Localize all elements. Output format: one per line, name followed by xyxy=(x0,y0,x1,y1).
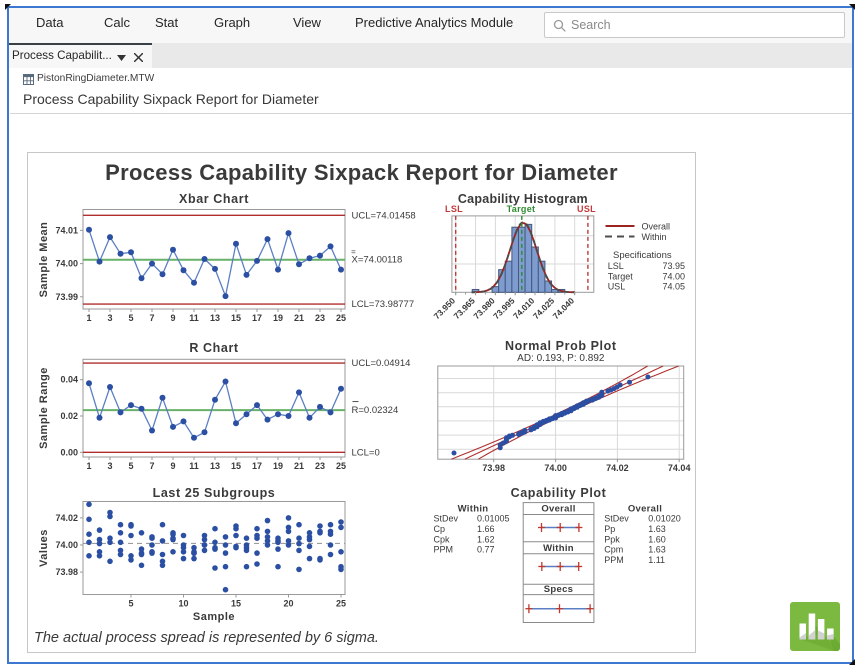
svg-text:Cp: Cp xyxy=(434,524,446,534)
svg-text:74.040: 74.040 xyxy=(551,295,577,321)
svg-text:25: 25 xyxy=(336,313,346,323)
svg-text:1: 1 xyxy=(86,313,91,323)
svg-text:UCL=0.04914: UCL=0.04914 xyxy=(352,358,411,369)
svg-text:The actual process spread is r: The actual process spread is represented… xyxy=(34,630,379,646)
svg-text:LCL=0: LCL=0 xyxy=(352,447,380,458)
svg-text:15: 15 xyxy=(231,313,241,323)
svg-text:25: 25 xyxy=(336,599,346,609)
svg-text:StDev: StDev xyxy=(434,514,459,524)
svg-text:Xbar Chart: Xbar Chart xyxy=(179,192,249,206)
svg-text:1.63: 1.63 xyxy=(648,524,666,534)
svg-text:Overall: Overall xyxy=(642,222,671,232)
svg-text:17: 17 xyxy=(252,313,262,323)
svg-text:5: 5 xyxy=(128,461,133,471)
svg-text:1: 1 xyxy=(86,461,91,471)
svg-text:15: 15 xyxy=(231,461,241,471)
svg-text:Last 25 Subgroups: Last 25 Subgroups xyxy=(153,486,276,500)
svg-text:5: 5 xyxy=(128,313,133,323)
svg-text:PPM: PPM xyxy=(434,545,454,555)
svg-text:1.11: 1.11 xyxy=(648,555,665,565)
svg-text:9: 9 xyxy=(170,461,175,471)
svg-text:UCL=74.01458: UCL=74.01458 xyxy=(352,210,416,221)
svg-text:Normal Prob Plot: Normal Prob Plot xyxy=(505,339,617,353)
svg-text:USL: USL xyxy=(577,204,596,214)
svg-text:5: 5 xyxy=(128,599,133,609)
svg-text:1.66: 1.66 xyxy=(477,524,495,534)
svg-text:21: 21 xyxy=(294,461,304,471)
svg-text:13: 13 xyxy=(210,313,220,323)
svg-text:Within: Within xyxy=(642,232,667,242)
svg-text:0.01020: 0.01020 xyxy=(648,514,681,524)
svg-text:7: 7 xyxy=(149,461,154,471)
svg-text:Capability Plot: Capability Plot xyxy=(511,486,607,500)
svg-text:1.60: 1.60 xyxy=(648,534,666,544)
svg-text:USL: USL xyxy=(608,282,626,292)
svg-text:9: 9 xyxy=(170,313,175,323)
svg-text:StDev: StDev xyxy=(604,514,629,524)
svg-text:LCL=73.98777: LCL=73.98777 xyxy=(352,299,415,310)
svg-text:7: 7 xyxy=(149,313,154,323)
svg-text:20: 20 xyxy=(283,599,293,609)
svg-text:Cpm: Cpm xyxy=(604,545,623,555)
svg-text:73.95: 73.95 xyxy=(662,261,685,271)
svg-text:19: 19 xyxy=(273,461,283,471)
svg-text:Cpk: Cpk xyxy=(434,534,451,544)
svg-text:0.01005: 0.01005 xyxy=(477,514,510,524)
svg-text:74.01: 74.01 xyxy=(55,225,78,235)
svg-text:19: 19 xyxy=(273,313,283,323)
svg-text:74.05: 74.05 xyxy=(662,282,685,292)
svg-text:1.62: 1.62 xyxy=(477,534,495,544)
svg-text:AD: 0.193, P: 0.892: AD: 0.193, P: 0.892 xyxy=(517,353,605,364)
svg-text:74.00: 74.00 xyxy=(55,540,78,550)
svg-text:1.63: 1.63 xyxy=(648,545,666,555)
svg-text:0.00: 0.00 xyxy=(60,447,78,457)
svg-text:17: 17 xyxy=(252,461,262,471)
svg-text:74.02: 74.02 xyxy=(55,513,78,523)
svg-text:PPM: PPM xyxy=(604,555,624,565)
svg-text:73.99: 73.99 xyxy=(55,292,78,302)
svg-text:3: 3 xyxy=(107,461,112,471)
svg-text:0.04: 0.04 xyxy=(60,375,78,385)
svg-text:73.98: 73.98 xyxy=(55,567,78,577)
svg-text:LSL: LSL xyxy=(445,204,463,214)
svg-text:Target: Target xyxy=(507,204,536,214)
svg-text:=: = xyxy=(351,248,356,257)
svg-text:Sample Range: Sample Range xyxy=(38,367,50,449)
svg-text:25: 25 xyxy=(336,461,346,471)
svg-text:13: 13 xyxy=(210,461,220,471)
svg-text:LSL: LSL xyxy=(608,261,624,271)
svg-text:23: 23 xyxy=(315,313,325,323)
svg-text:74.00: 74.00 xyxy=(662,271,685,281)
svg-text:Specifications: Specifications xyxy=(613,250,672,261)
svg-text:R=0.02324: R=0.02324 xyxy=(352,405,399,416)
svg-text:Process Capability Sixpack Rep: Process Capability Sixpack Report for Di… xyxy=(105,160,618,185)
svg-text:3: 3 xyxy=(107,313,112,323)
svg-text:15: 15 xyxy=(231,599,241,609)
svg-text:Sample: Sample xyxy=(193,611,235,623)
svg-text:Specs: Specs xyxy=(544,584,574,595)
svg-text:Sample Mean: Sample Mean xyxy=(38,222,50,298)
svg-text:Ppk: Ppk xyxy=(604,534,620,544)
svg-text:Values: Values xyxy=(38,529,50,567)
svg-text:X=74.00118: X=74.00118 xyxy=(352,255,403,266)
svg-text:73.98: 73.98 xyxy=(482,463,505,473)
svg-text:11: 11 xyxy=(189,313,199,323)
svg-text:R Chart: R Chart xyxy=(189,341,239,355)
svg-text:74.04: 74.04 xyxy=(668,463,691,473)
svg-text:0.77: 0.77 xyxy=(477,545,495,555)
svg-text:74.00: 74.00 xyxy=(544,463,567,473)
svg-text:Pp: Pp xyxy=(604,524,615,534)
svg-text:Overall: Overall xyxy=(541,504,575,515)
svg-text:0.02: 0.02 xyxy=(60,411,78,421)
svg-text:23: 23 xyxy=(315,461,325,471)
svg-text:11: 11 xyxy=(189,461,199,471)
svg-text:74.02: 74.02 xyxy=(606,463,629,473)
svg-text:Target: Target xyxy=(608,271,634,281)
svg-text:Within: Within xyxy=(543,543,574,554)
svg-text:21: 21 xyxy=(294,313,304,323)
svg-text:74.00: 74.00 xyxy=(55,259,78,269)
svg-text:10: 10 xyxy=(178,599,188,609)
